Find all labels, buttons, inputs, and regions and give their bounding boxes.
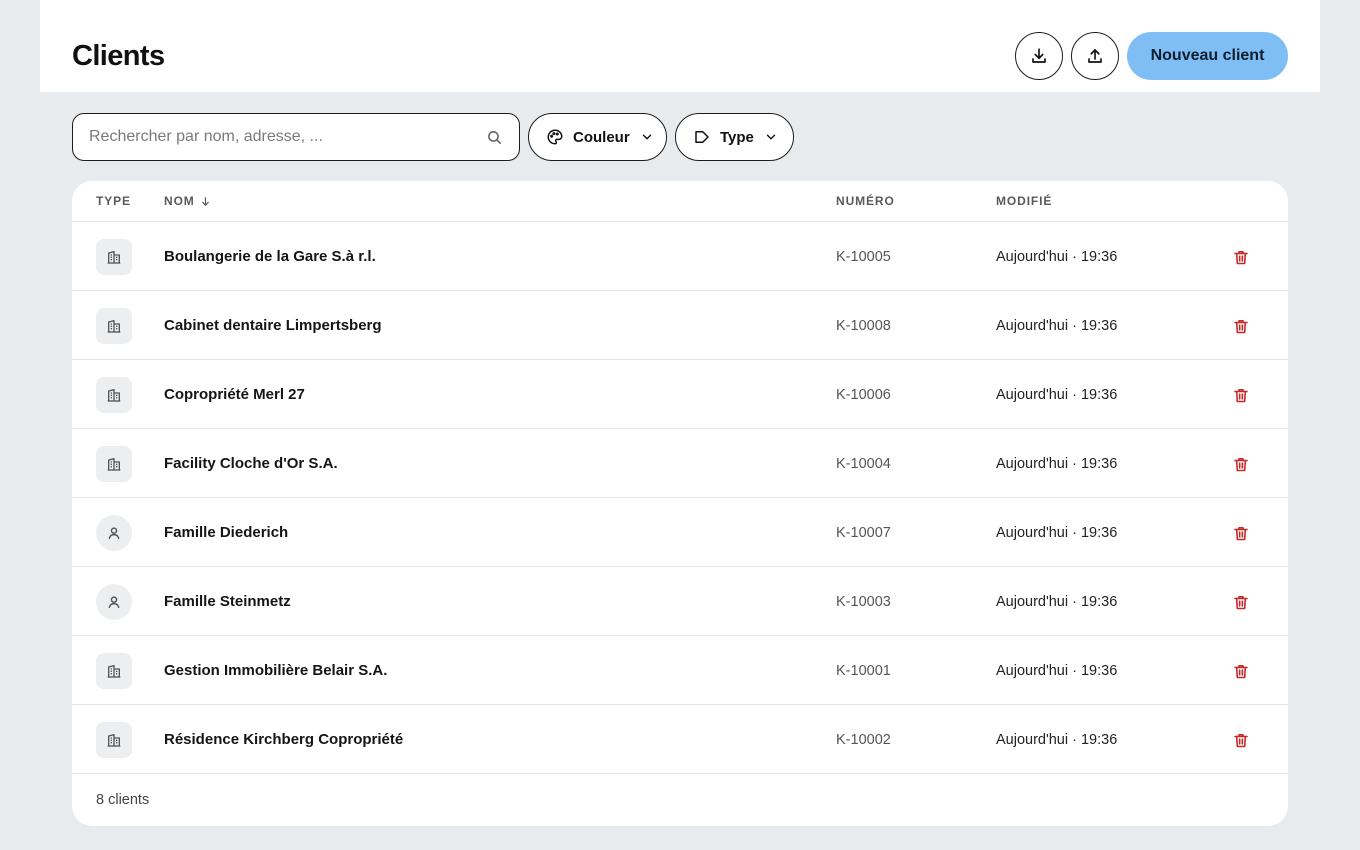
client-type-badge xyxy=(96,584,132,620)
client-modified: Aujourd'hui · 19:36 xyxy=(996,663,1118,679)
client-type-badge xyxy=(96,722,132,758)
building-icon xyxy=(107,389,121,402)
page-title: Clients xyxy=(72,40,165,72)
trash-icon xyxy=(1234,733,1248,747)
page-header: Clients Nouveau client xyxy=(40,0,1320,92)
trash-icon xyxy=(1234,457,1248,471)
upload-button[interactable] xyxy=(1071,32,1119,80)
table-row[interactable]: Famille Diederich K-10007 Aujourd'hui · … xyxy=(72,498,1288,567)
color-filter-label: Couleur xyxy=(573,128,630,146)
sort-arrow-down-icon xyxy=(200,196,211,207)
client-name: Copropriété Merl 27 xyxy=(164,386,305,403)
upload-icon xyxy=(1088,49,1102,63)
search-icon xyxy=(488,131,501,144)
client-number: K-10008 xyxy=(836,318,891,334)
delete-button[interactable] xyxy=(1230,591,1252,613)
client-type-badge xyxy=(96,308,132,344)
client-name: Cabinet dentaire Limpertsberg xyxy=(164,317,382,334)
palette-icon xyxy=(547,129,563,145)
client-type-badge xyxy=(96,446,132,482)
trash-icon xyxy=(1234,595,1248,609)
table-row[interactable]: Cabinet dentaire Limpertsberg K-10008 Au… xyxy=(72,291,1288,360)
color-filter-button[interactable]: Couleur xyxy=(528,113,667,161)
client-modified: Aujourd'hui · 19:36 xyxy=(996,594,1118,610)
client-name: Résidence Kirchberg Copropriété xyxy=(164,731,404,748)
column-header-type[interactable]: TYPE xyxy=(96,194,131,208)
client-name: Facility Cloche d'Or S.A. xyxy=(164,455,338,472)
client-modified: Aujourd'hui · 19:36 xyxy=(996,732,1118,748)
delete-button[interactable] xyxy=(1230,729,1252,751)
clients-table: TYPE NOM NUMÉRO MODIFIÉ Boulangerie de l… xyxy=(72,181,1288,826)
column-header-nom[interactable]: NOM xyxy=(164,194,211,208)
table-row[interactable]: Copropriété Merl 27 K-10006 Aujourd'hui … xyxy=(72,360,1288,429)
client-number: K-10006 xyxy=(836,387,891,403)
client-number: K-10003 xyxy=(836,594,891,610)
building-icon xyxy=(107,734,121,747)
new-client-button[interactable]: Nouveau client xyxy=(1127,32,1288,80)
trash-icon xyxy=(1234,388,1248,402)
table-row[interactable]: Gestion Immobilière Belair S.A. K-10001 … xyxy=(72,636,1288,705)
client-count: 8 clients xyxy=(96,792,150,808)
client-modified: Aujourd'hui · 19:36 xyxy=(996,249,1118,265)
trash-icon xyxy=(1234,664,1248,678)
client-name: Gestion Immobilière Belair S.A. xyxy=(164,662,388,679)
table-body: Boulangerie de la Gare S.à r.l. K-10005 … xyxy=(72,222,1288,774)
client-type-badge xyxy=(96,377,132,413)
search-box xyxy=(72,113,520,161)
delete-button[interactable] xyxy=(1230,660,1252,682)
chevron-down-icon xyxy=(764,130,778,144)
download-button[interactable] xyxy=(1015,32,1063,80)
table-row[interactable]: Boulangerie de la Gare S.à r.l. K-10005 … xyxy=(72,222,1288,291)
client-modified: Aujourd'hui · 19:36 xyxy=(996,525,1118,541)
table-row[interactable]: Facility Cloche d'Or S.A. K-10004 Aujour… xyxy=(72,429,1288,498)
tag-icon xyxy=(695,131,709,143)
client-name: Famille Diederich xyxy=(164,524,289,541)
client-type-badge xyxy=(96,515,132,551)
client-modified: Aujourd'hui · 19:36 xyxy=(996,318,1118,334)
column-header-nom-label: NOM xyxy=(164,194,195,208)
client-name: Famille Steinmetz xyxy=(164,593,291,610)
download-icon xyxy=(1032,48,1046,63)
building-icon xyxy=(107,251,121,264)
client-type-badge xyxy=(96,239,132,275)
trash-icon xyxy=(1234,250,1248,264)
delete-button[interactable] xyxy=(1230,453,1252,475)
person-icon xyxy=(108,527,120,540)
type-filter-button[interactable]: Type xyxy=(675,113,794,161)
client-number: K-10002 xyxy=(836,732,891,748)
client-modified: Aujourd'hui · 19:36 xyxy=(996,387,1118,403)
client-number: K-10007 xyxy=(836,525,891,541)
table-row[interactable]: Famille Steinmetz K-10003 Aujourd'hui · … xyxy=(72,567,1288,636)
trash-icon xyxy=(1234,526,1248,540)
client-name: Boulangerie de la Gare S.à r.l. xyxy=(164,248,376,265)
client-number: K-10004 xyxy=(836,456,891,472)
column-header-modifie[interactable]: MODIFIÉ xyxy=(996,194,1052,208)
delete-button[interactable] xyxy=(1230,384,1252,406)
search-input[interactable] xyxy=(89,114,479,160)
client-number: K-10001 xyxy=(836,663,891,679)
client-type-badge xyxy=(96,653,132,689)
client-number: K-10005 xyxy=(836,249,891,265)
table-header: TYPE NOM NUMÉRO MODIFIÉ xyxy=(72,181,1288,222)
building-icon xyxy=(107,665,121,678)
delete-button[interactable] xyxy=(1230,315,1252,337)
delete-button[interactable] xyxy=(1230,246,1252,268)
chevron-down-icon xyxy=(640,130,654,144)
building-icon xyxy=(107,320,121,333)
type-filter-label: Type xyxy=(720,128,754,146)
delete-button[interactable] xyxy=(1230,522,1252,544)
trash-icon xyxy=(1234,319,1248,333)
building-icon xyxy=(107,458,121,471)
column-header-numero[interactable]: NUMÉRO xyxy=(836,194,895,208)
client-modified: Aujourd'hui · 19:36 xyxy=(996,456,1118,472)
person-icon xyxy=(108,596,120,609)
table-row[interactable]: Résidence Kirchberg Copropriété K-10002 … xyxy=(72,705,1288,774)
